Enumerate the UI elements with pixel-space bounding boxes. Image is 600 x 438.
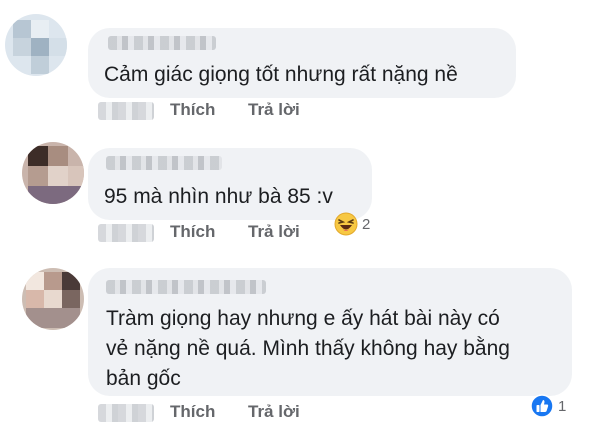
- author-name[interactable]: [106, 156, 222, 170]
- reply-button[interactable]: Trả lời: [248, 222, 300, 242]
- comment-bubble: 95 mà nhìn như bà 85 :v: [88, 148, 372, 220]
- comment-item: 95 mà nhìn như bà 85 :v Thích Trả lời 2: [0, 130, 600, 260]
- comment-item: Tràm giọng hay nhưng e ấy hát bài này có…: [0, 260, 600, 438]
- reaction-summary[interactable]: 1: [530, 394, 580, 420]
- author-name[interactable]: [106, 280, 266, 294]
- avatar[interactable]: [5, 14, 67, 76]
- timestamp[interactable]: [98, 102, 154, 120]
- timestamp[interactable]: [98, 224, 154, 242]
- like-button[interactable]: Thích: [170, 100, 215, 120]
- like-icon: [530, 394, 554, 418]
- comment-text: Cảm giác giọng tốt nhưng rất nặng nề: [104, 63, 458, 86]
- comment-text: 95 mà nhìn như bà 85 :v: [104, 185, 333, 208]
- reply-button[interactable]: Trả lời: [248, 402, 300, 422]
- comment-actions: Thích Trả lời: [98, 100, 418, 122]
- comment-actions: Thích Trả lời: [98, 402, 418, 424]
- timestamp[interactable]: [98, 404, 154, 422]
- like-button[interactable]: Thích: [170, 222, 215, 242]
- reaction-count: 2: [362, 216, 371, 233]
- comment-item: Cảm giác giọng tốt nhưng rất nặng nề Thí…: [0, 0, 600, 130]
- avatar[interactable]: [22, 142, 84, 204]
- comment-text: Tràm giọng hay nhưng e ấy hát bài này có…: [106, 307, 510, 390]
- haha-icon: [334, 212, 358, 236]
- author-name[interactable]: [108, 36, 216, 50]
- comment-bubble: Cảm giác giọng tốt nhưng rất nặng nề: [88, 28, 516, 98]
- avatar[interactable]: [22, 268, 84, 330]
- reaction-summary[interactable]: 2: [334, 212, 384, 238]
- comment-bubble: Tràm giọng hay nhưng e ấy hát bài này có…: [88, 268, 572, 396]
- reply-button[interactable]: Trả lời: [248, 100, 300, 120]
- like-button[interactable]: Thích: [170, 402, 215, 422]
- reaction-count: 1: [558, 398, 567, 415]
